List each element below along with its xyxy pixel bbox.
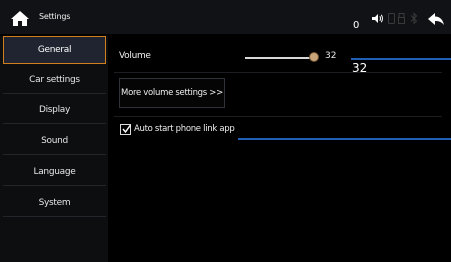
sidebar-item-car-settings[interactable]: Car settings [3,66,106,94]
sidebar: General Car settings Display Sound Langu… [0,36,108,262]
general-settings-panel: Volume 32 32 More volume settings >> Aut… [108,36,451,262]
sidebar-item-general[interactable]: General [3,36,106,64]
overlay-line-bottom [238,138,451,140]
usb-icon [398,13,405,24]
sidebar-item-system[interactable]: System [3,189,106,217]
row-divider [114,116,442,117]
home-icon[interactable] [10,10,30,27]
auto-start-checkbox[interactable] [120,124,131,135]
status-zero-text: 0 [353,20,360,31]
settings-screen: Settings 0 General Car settings Display … [0,0,451,262]
speaker-icon [372,14,383,23]
back-arrow-icon[interactable] [427,12,445,27]
overlay-line-top [351,58,451,60]
volume-slider-thumb[interactable] [309,52,319,62]
auto-start-label[interactable]: Auto start phone link app [134,124,235,134]
more-volume-settings-button[interactable]: More volume settings >> [119,78,225,108]
row-divider [114,72,442,73]
sidebar-item-language[interactable]: Language [3,158,106,186]
checkmark-icon [122,124,131,134]
top-bar: Settings 0 [0,0,451,34]
phone-icon [388,13,395,24]
sidebar-item-display[interactable]: Display [3,96,106,124]
volume-slider[interactable] [245,57,315,59]
page-title: Settings [39,12,71,21]
volume-value: 32 [325,51,337,61]
bluetooth-icon [410,12,418,25]
sidebar-item-sound[interactable]: Sound [3,127,106,155]
volume-label: Volume [119,51,151,61]
